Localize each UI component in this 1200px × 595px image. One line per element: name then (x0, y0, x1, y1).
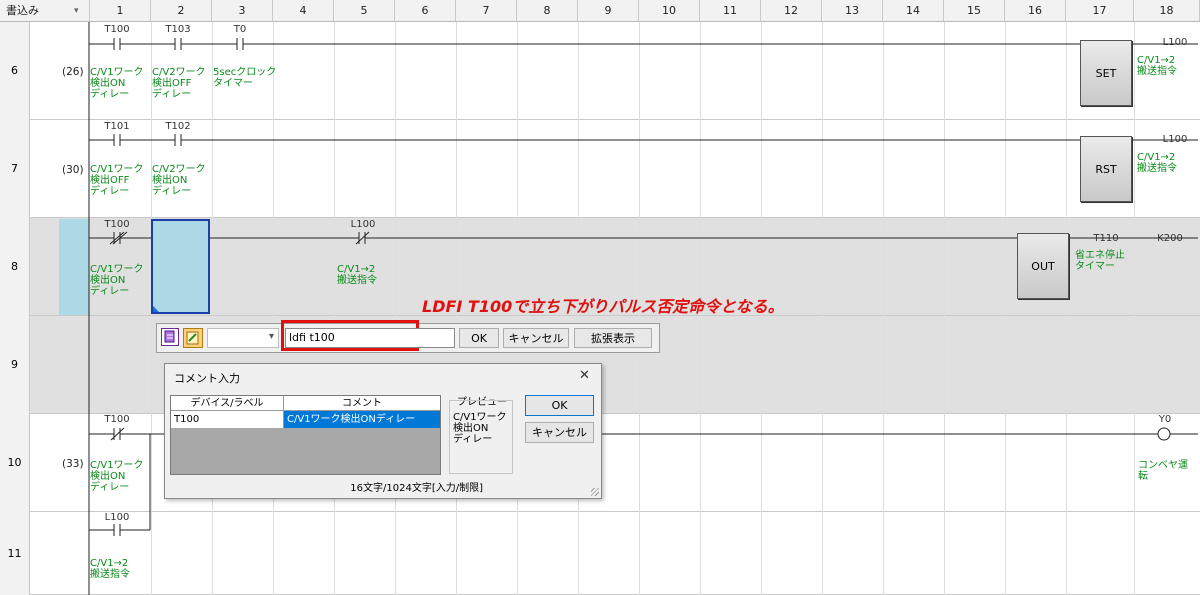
chevron-down-icon: ▾ (268, 331, 274, 342)
expand-view-button[interactable]: 拡張表示 (574, 328, 652, 348)
device-label: Y0 (1158, 414, 1172, 425)
cancel-button[interactable]: キャンセル (503, 328, 569, 348)
device-comment: C/V1→2 搬送指令 (1137, 55, 1177, 77)
instruction-input-value: ldfi t100 (289, 331, 335, 344)
device-label: T100 (104, 219, 130, 230)
device-comment: C/V1ワーク 検出OFF ディレー (90, 164, 144, 197)
char-count-status: 16文字/1024文字[入力/制限] (350, 483, 483, 494)
instruction-type-dropdown[interactable]: ▾ (207, 328, 279, 348)
device-comment: コンベヤ運 転 (1138, 460, 1188, 482)
instruction-input-bar: ▾ ldfi t100 OK キャンセル 拡張表示 (156, 320, 660, 353)
device-label: T0 (233, 24, 247, 35)
out-instruction[interactable]: OUT (1017, 233, 1069, 299)
device-comment: C/V2ワーク 検出ON ディレー (152, 164, 206, 197)
instruction-input[interactable]: ldfi t100 (285, 328, 455, 348)
device-comment: 5secクロック タイマー (213, 67, 277, 89)
comment-edit-icon[interactable] (183, 328, 203, 348)
device-comment: C/V1→2 搬送指令 (1137, 152, 1177, 174)
device-label: L100 (104, 512, 130, 523)
rst-instruction[interactable]: RST (1080, 136, 1132, 202)
device-label: T100 (104, 24, 130, 35)
device-label: T100 (104, 414, 130, 425)
device-comment: C/V1ワーク 検出ON ディレー (90, 264, 144, 297)
device-label: T110 (1093, 233, 1119, 244)
device-comment: C/V1→2 搬送指令 (337, 264, 377, 286)
dialog-cancel-button[interactable]: キャンセル (525, 422, 594, 443)
device-comment: C/V2ワーク 検出OFF ディレー (152, 67, 206, 100)
ok-button[interactable]: OK (459, 328, 499, 348)
comment-table: デバイス/ラベル コメント T100 C/V1ワーク検出ONディレー (170, 395, 441, 475)
device-label: L100 (350, 219, 376, 230)
dialog-ok-button[interactable]: OK (525, 395, 594, 416)
annotation-text: LDFI T100で立ち下がりパルス否定命令となる。 (422, 297, 784, 316)
device-label: T102 (165, 121, 191, 132)
device-label: T101 (104, 121, 130, 132)
column-header-device: デバイス/ラベル (171, 396, 284, 411)
preview-box: C/V1ワーク 検出ON ディレー (449, 400, 513, 474)
column-header-comment: コメント (284, 396, 440, 411)
close-icon[interactable]: ✕ (579, 368, 590, 383)
device-comment: C/V1→2 搬送指令 (90, 558, 130, 580)
device-cell[interactable]: T100 (171, 411, 284, 428)
device-comment: 省エネ停止 タイマー (1075, 250, 1125, 272)
constant-label: K200 (1157, 233, 1183, 244)
device-comment: C/V1ワーク 検出ON ディレー (90, 67, 144, 100)
comment-input-dialog: コメント入力 ✕ デバイス/ラベル コメント T100 C/V1ワーク検出ONデ… (164, 363, 602, 499)
device-label: T103 (165, 24, 191, 35)
device-label: L100 (1162, 37, 1188, 48)
ladder-editor: 書込み ▾ 1 2 3 4 5 6 7 8 9 10 11 12 13 14 15 16 17 18 6 (26) 7… (0, 0, 1200, 595)
set-instruction[interactable]: SET (1080, 40, 1132, 106)
preview-text: C/V1ワーク 検出ON ディレー (453, 412, 507, 445)
device-comment: C/V1ワーク 検出ON ディレー (90, 460, 144, 493)
dialog-title: コメント入力 (174, 372, 240, 385)
comment-cell[interactable]: C/V1ワーク検出ONディレー (284, 411, 440, 428)
resize-grip-icon[interactable] (591, 488, 599, 496)
instruction-list-icon[interactable] (161, 328, 179, 346)
device-label: L100 (1162, 134, 1188, 145)
